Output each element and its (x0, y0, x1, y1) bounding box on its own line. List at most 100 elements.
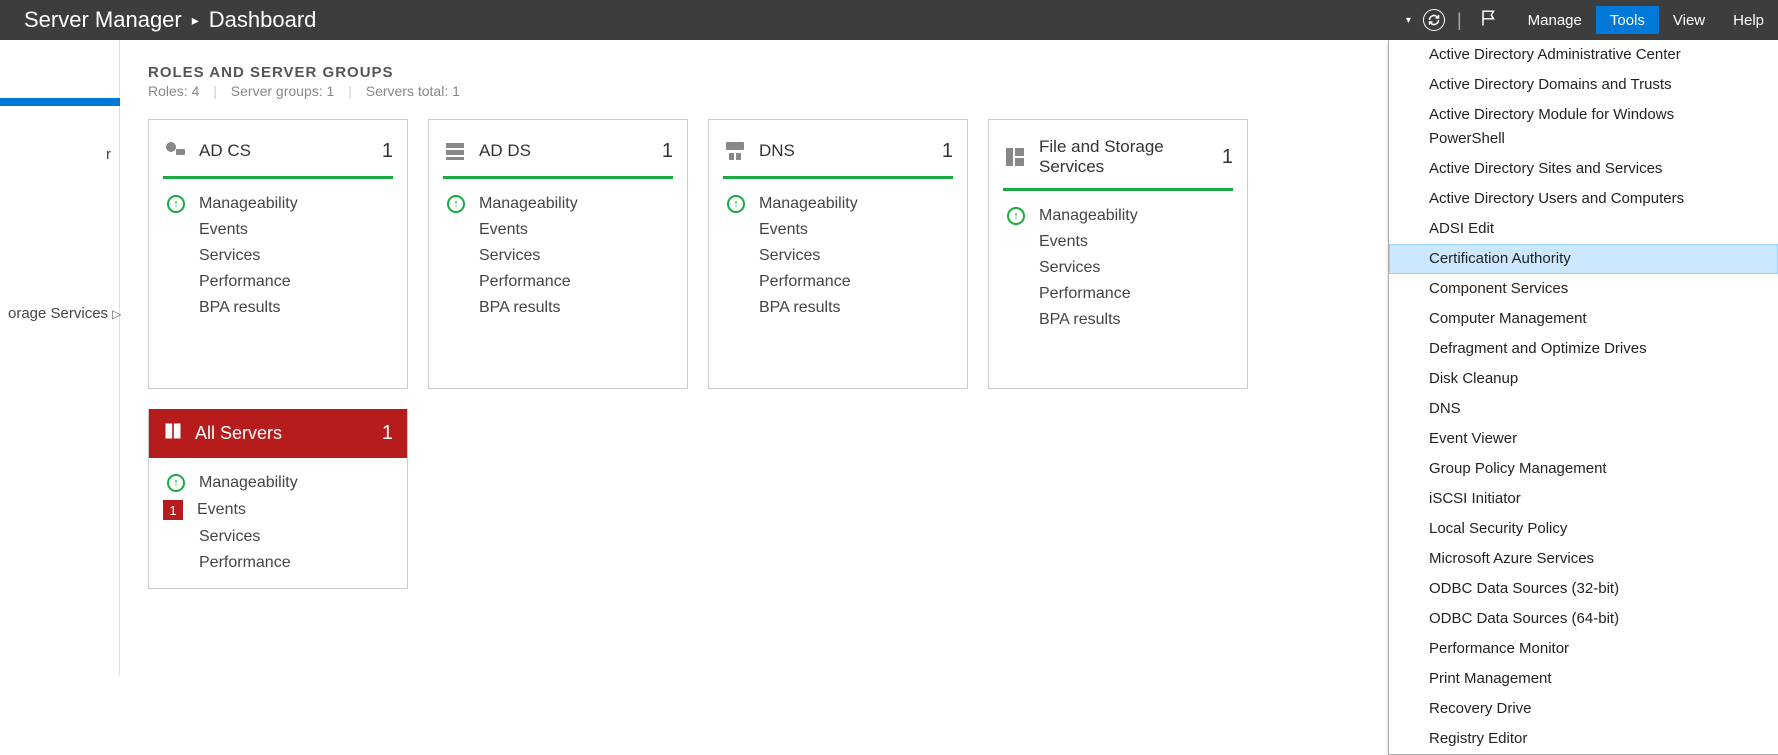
refresh-icon[interactable] (1423, 9, 1445, 31)
up-arrow-icon: ↑ (727, 195, 745, 213)
role-card[interactable]: DNS1 ↑ Manageability EventsServices Performa… (708, 119, 968, 389)
row-services[interactable]: Services (163, 524, 393, 550)
row-performance[interactable]: Performance (1003, 281, 1233, 307)
tools-menu-item[interactable]: ADSI Edit (1389, 214, 1778, 244)
tools-menu-item[interactable]: Defragment and Optimize Drives (1389, 334, 1778, 364)
role-card[interactable]: AD DS1 ↑Manageability Events Services Perfor… (428, 119, 688, 389)
row-bpa[interactable]: BPA results (723, 295, 953, 321)
role-card[interactable]: File and Storage Services1 ↑Manageability… (988, 119, 1248, 389)
tools-dropdown-menu: Active Directory Administrative CenterAc… (1388, 40, 1778, 755)
roles-count: 4 (192, 83, 200, 99)
menu-view[interactable]: View (1659, 6, 1719, 34)
card-count: 1 (382, 140, 393, 163)
menu-manage[interactable]: Manage (1514, 6, 1596, 34)
row-manageability[interactable]: ↑Manageability (163, 191, 393, 217)
tools-menu-item[interactable]: Active Directory Users and Computers (1389, 184, 1778, 214)
sidebar-item-label: orage Services (8, 305, 108, 322)
up-arrow-icon: ↑ (167, 195, 185, 213)
row-manageability[interactable]: ↑ Manageability (723, 191, 953, 217)
role-card[interactable]: AD CS1 ↑ManageabilityEvents Services Perfor… (148, 119, 408, 389)
all-servers-card[interactable]: All Servers 1 ↑ Manageability 1 Events S… (148, 409, 408, 589)
tools-menu-item[interactable]: ODBC Data Sources (32-bit) (1389, 574, 1778, 604)
card-header: DNS1 (709, 120, 967, 176)
row-label: Manageability (759, 195, 858, 213)
tools-menu-item[interactable]: Registry Editor (1389, 724, 1778, 754)
row-events[interactable]: Events (723, 217, 953, 243)
tools-menu-item[interactable]: Active Directory Administrative Center (1389, 40, 1778, 70)
notification-flag-icon[interactable] (1480, 8, 1498, 33)
row-label: Performance (759, 273, 851, 291)
caret-down-icon[interactable]: ▾ (1406, 15, 1411, 26)
card-body: ↑ManageabilityEvents Services PerformanceB… (149, 179, 407, 333)
row-services[interactable]: Services (443, 243, 673, 269)
tools-menu-item[interactable]: iSCSI Initiator (1389, 484, 1778, 514)
role-icon (723, 139, 747, 163)
card-title: AD DS (479, 141, 662, 161)
row-bpa[interactable]: BPA results (1003, 307, 1233, 333)
menu-tools[interactable]: Tools (1596, 6, 1659, 34)
card-header: File and Storage Services1 (989, 120, 1247, 188)
row-events[interactable]: Events (1003, 229, 1233, 255)
row-label: Services (1039, 259, 1100, 277)
row-label: BPA results (479, 299, 561, 317)
tools-menu-item[interactable]: Disk Cleanup (1389, 364, 1778, 394)
row-label: Events (197, 501, 246, 519)
sidebar-item-partial[interactable]: r (0, 140, 119, 169)
row-label: Services (199, 247, 260, 265)
tools-menu-item[interactable]: Active Directory Domains and Trusts (1389, 70, 1778, 100)
tools-menu-item[interactable]: Active Directory Module for Windows Powe… (1389, 100, 1778, 154)
tools-menu-item[interactable]: Certification Authority (1389, 244, 1778, 274)
roles-label: Roles: (148, 83, 188, 99)
row-label: Performance (199, 554, 291, 572)
header-bar: Server Manager ▸ Dashboard ▾ | Manage To… (0, 0, 1778, 40)
tools-menu-item[interactable]: Print Management (1389, 664, 1778, 694)
all-servers-body: ↑ Manageability 1 Events Services Perfor… (149, 458, 407, 588)
all-servers-title: All Servers (195, 423, 382, 444)
tools-menu-item[interactable]: Group Policy Management (1389, 454, 1778, 484)
row-label: Performance (479, 273, 571, 291)
sidebar-selected-strip (0, 98, 120, 106)
tools-menu-item[interactable]: Local Security Policy (1389, 514, 1778, 544)
tools-menu-item[interactable]: Computer Management (1389, 304, 1778, 334)
tools-menu-item[interactable]: ODBC Data Sources (64-bit) (1389, 604, 1778, 634)
row-events[interactable]: Events (443, 217, 673, 243)
total-label: Servers total: (366, 83, 448, 99)
sidebar-item-storage[interactable]: orage Services ▷ (0, 299, 119, 328)
tools-menu-item[interactable]: Performance Monitor (1389, 634, 1778, 664)
page-title: Dashboard (209, 7, 317, 33)
row-services[interactable]: Services (723, 243, 953, 269)
tools-menu-item[interactable]: Event Viewer (1389, 424, 1778, 454)
tools-menu-item[interactable]: Recovery Drive (1389, 694, 1778, 724)
row-events[interactable]: 1 Events (163, 496, 393, 524)
card-title: AD CS (199, 141, 382, 161)
row-label: BPA results (759, 299, 841, 317)
row-performance[interactable]: Performance (443, 269, 673, 295)
tools-menu-item[interactable]: Component Services (1389, 274, 1778, 304)
card-title: DNS (759, 141, 942, 161)
up-arrow-icon: ↑ (447, 195, 465, 213)
row-events[interactable]: Events (163, 217, 393, 243)
tools-menu-item[interactable]: Microsoft Azure Services (1389, 544, 1778, 574)
row-services[interactable]: Services (163, 243, 393, 269)
groups-count: 1 (327, 83, 335, 99)
card-count: 1 (662, 140, 673, 163)
row-manageability[interactable]: ↑Manageability (443, 191, 673, 217)
row-services[interactable]: Services (1003, 255, 1233, 281)
tools-menu-item[interactable]: Active Directory Sites and Services (1389, 154, 1778, 184)
row-label: Events (479, 221, 528, 239)
row-performance[interactable]: Performance (163, 269, 393, 295)
row-label: Services (479, 247, 540, 265)
row-manageability[interactable]: ↑Manageability (1003, 203, 1233, 229)
row-label: Manageability (199, 474, 298, 492)
row-bpa[interactable]: BPA results (163, 295, 393, 321)
tools-menu-item[interactable]: DNS (1389, 394, 1778, 424)
row-bpa[interactable]: BPA results (443, 295, 673, 321)
alert-count-badge: 1 (163, 500, 183, 520)
card-body: ↑Manageability Events Services Performance B… (429, 179, 687, 333)
sidebar: r orage Services ▷ (0, 40, 120, 676)
row-performance[interactable]: Performance (723, 269, 953, 295)
row-performance[interactable]: Performance (163, 550, 393, 576)
role-icon (443, 139, 467, 163)
menu-help[interactable]: Help (1719, 6, 1778, 34)
row-manageability[interactable]: ↑ Manageability (163, 470, 393, 496)
